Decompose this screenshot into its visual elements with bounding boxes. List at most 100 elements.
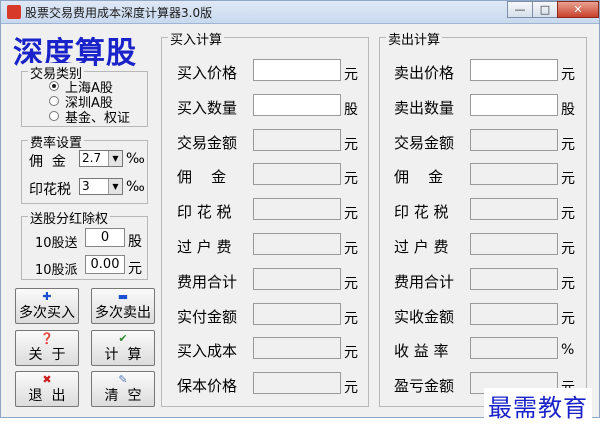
buy-row-unit: 元 xyxy=(344,206,358,223)
buy-row-unit: 元 xyxy=(344,275,358,292)
radio-shenzhen-a[interactable] xyxy=(49,96,59,106)
buy-row-label: 印 花 税 xyxy=(177,203,232,222)
buy-row-field xyxy=(253,128,341,151)
buy-row-unit: 元 xyxy=(344,380,358,397)
about-button[interactable]: ❓ 关 于 xyxy=(15,330,79,366)
multi-sell-button[interactable]: ▬ 多次卖出 xyxy=(91,288,155,324)
sell-row-field xyxy=(470,198,558,221)
buy-row-unit: 元 xyxy=(344,241,358,257)
sell-row-unit: 元 xyxy=(561,136,575,153)
bonus-shares-unit: 股 xyxy=(128,234,142,250)
chevron-down-icon[interactable]: ▼ xyxy=(108,179,122,194)
sell-row-unit: 元 xyxy=(561,275,575,292)
exit-label: 退 出 xyxy=(28,388,66,404)
buy-row-label: 费用合计 xyxy=(177,272,238,291)
sell-row-unit: 元 xyxy=(561,171,575,188)
sell-row-label: 收 益 率 xyxy=(394,342,449,361)
minus-icon: ▬ xyxy=(117,290,129,303)
buy-row-label: 佣 金 xyxy=(177,168,227,187)
buy-row-label: 买入成本 xyxy=(177,342,238,361)
radio-shanghai-a[interactable] xyxy=(49,81,59,91)
buy-row-label: 交易金额 xyxy=(177,133,238,152)
maximize-button[interactable]: □ xyxy=(532,1,558,18)
calculate-button[interactable]: ✔ 计 算 xyxy=(91,330,155,366)
sell-row-label: 交易金额 xyxy=(394,133,455,152)
buy-row-field xyxy=(253,337,341,360)
buy-row-label: 过 户 费 xyxy=(177,238,232,256)
multi-buy-label: 多次买入 xyxy=(19,305,75,321)
chevron-down-icon[interactable]: ▼ xyxy=(108,151,122,166)
sell-row-unit: % xyxy=(561,342,575,359)
buy-row-label: 买入价格 xyxy=(177,64,238,82)
sell-row-label: 印 花 税 xyxy=(394,203,449,222)
sell-row-label: 实收金额 xyxy=(394,307,455,326)
sell-row-label: 卖出价格 xyxy=(394,64,455,82)
about-label: 关 于 xyxy=(28,347,66,363)
exit-button[interactable]: ✖ 退 出 xyxy=(15,371,79,407)
stamp-tax-select[interactable]: 3 ▼ xyxy=(79,178,123,195)
calculate-label: 计 算 xyxy=(104,347,142,363)
buy-row-unit: 股 xyxy=(344,101,358,118)
commission-unit: ‰ xyxy=(126,151,145,167)
stamp-tax-label: 印花税 xyxy=(29,182,71,198)
help-icon: ❓ xyxy=(40,332,54,345)
radio-fund-warrant[interactable] xyxy=(49,111,59,121)
close-button[interactable]: ✕ xyxy=(557,1,599,18)
commission-rate-label: 佣 金 xyxy=(29,154,66,170)
sell-row-unit: 元 xyxy=(561,67,575,83)
watermark-text: 最需教育 xyxy=(484,388,592,423)
sell-row-label: 佣 金 xyxy=(394,168,444,187)
plus-icon: ✚ xyxy=(42,290,52,303)
sell-row-field xyxy=(470,128,558,151)
sell-row-field xyxy=(470,163,558,186)
buy-row-field xyxy=(253,302,341,325)
close-x-icon: ✖ xyxy=(42,373,52,386)
sell-row-field xyxy=(470,233,558,255)
buy-row-label: 保本价格 xyxy=(177,377,238,396)
sell-row-field xyxy=(470,267,558,290)
app-window: 股票交易费用成本深度计算器3.0版 — □ ✕ 深度算股 交易类别 上海A股 深… xyxy=(0,0,600,418)
clear-button[interactable]: ✎ 清 空 xyxy=(91,371,155,407)
sell-row-field xyxy=(470,302,558,325)
cash-dividend-unit: 元 xyxy=(128,261,142,277)
multi-sell-label: 多次卖出 xyxy=(95,305,151,321)
eraser-icon: ✎ xyxy=(118,373,128,386)
minimize-button[interactable]: — xyxy=(507,1,533,18)
title-bar[interactable]: 股票交易费用成本深度计算器3.0版 — □ ✕ xyxy=(1,1,599,24)
buy-calc-caption: 买入计算 xyxy=(168,29,225,48)
sell-row-field[interactable] xyxy=(470,59,558,81)
buy-row-unit: 元 xyxy=(344,310,358,327)
cash-dividend-input[interactable]: 0.00 xyxy=(85,255,125,274)
buy-row-unit: 元 xyxy=(344,345,358,362)
commission-rate-value: 2.7 xyxy=(82,151,102,165)
buy-row-field xyxy=(253,198,341,221)
sell-row-unit: 元 xyxy=(561,241,575,257)
sell-row-field[interactable] xyxy=(470,93,558,116)
clear-label: 清 空 xyxy=(104,388,142,404)
sell-row-label: 费用合计 xyxy=(394,272,455,291)
bonus-shares-input[interactable]: 0 xyxy=(85,228,125,247)
buy-row-field[interactable] xyxy=(253,93,341,116)
app-icon xyxy=(7,5,21,19)
dividend-caption: 送股分红除权 xyxy=(28,208,111,227)
multi-buy-button[interactable]: ✚ 多次买入 xyxy=(15,288,79,324)
sell-row-label: 卖出数量 xyxy=(394,98,455,117)
radio-label-fund-warrant[interactable]: 基金、权证 xyxy=(65,107,130,126)
buy-row-field xyxy=(253,233,341,255)
rate-settings-caption: 费率设置 xyxy=(28,132,85,151)
buy-row-unit: 元 xyxy=(344,171,358,188)
commission-rate-select[interactable]: 2.7 ▼ xyxy=(79,150,123,167)
buy-row-label: 买入数量 xyxy=(177,98,238,117)
checkmark-icon: ✔ xyxy=(118,332,128,345)
buy-row-field xyxy=(253,267,341,290)
sell-row-label: 过 户 费 xyxy=(394,238,449,256)
sell-row-unit: 元 xyxy=(561,310,575,327)
bonus-shares-label: 10股送 xyxy=(35,236,78,251)
sell-row-unit: 元 xyxy=(561,206,575,223)
stamp-tax-unit: ‰ xyxy=(126,179,145,195)
buy-row-unit: 元 xyxy=(344,67,358,83)
sell-row-label: 盈亏金额 xyxy=(394,377,455,396)
buy-row-field[interactable] xyxy=(253,59,341,81)
buy-row-label: 实付金额 xyxy=(177,307,238,326)
sell-calc-caption: 卖出计算 xyxy=(386,29,443,48)
